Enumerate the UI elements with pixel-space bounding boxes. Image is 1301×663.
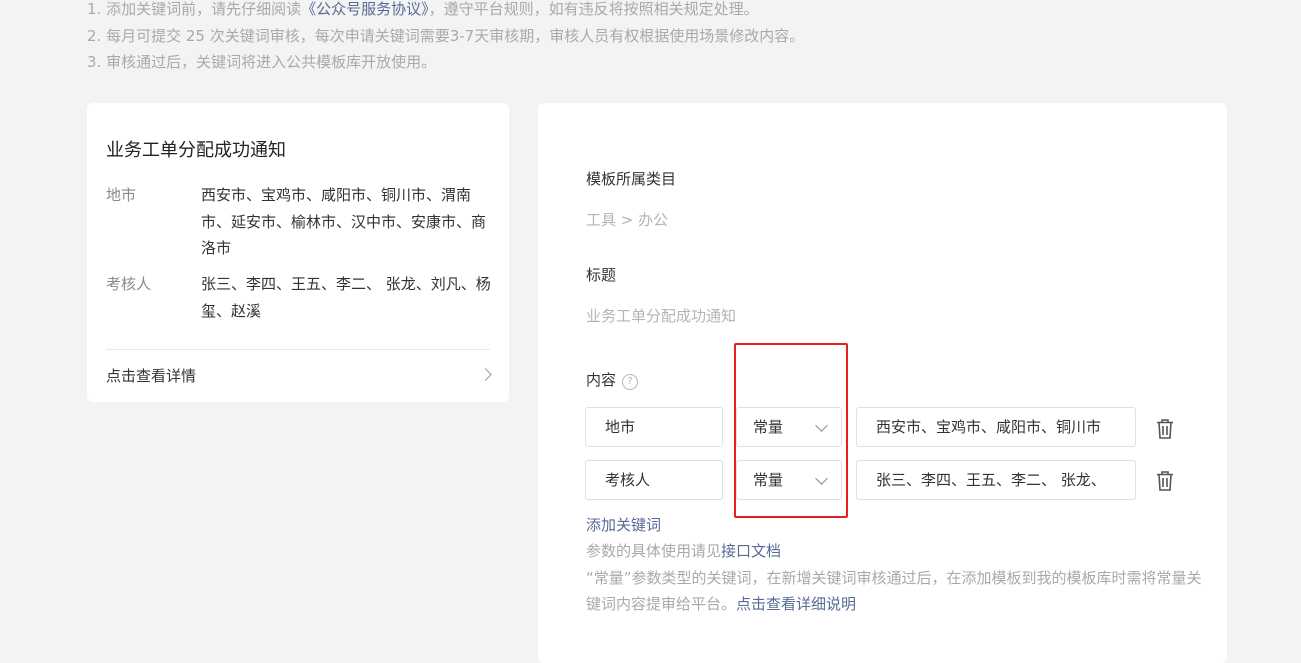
instruction-3: 3. 审核通过后，关键词将进入公共模板库开放使用。 — [87, 53, 437, 71]
trash-icon[interactable] — [1155, 470, 1175, 492]
constant-note: “常量”参数类型的关键词，在新增关键词审核通过后，在添加模板到我的模板库时需将常… — [586, 566, 1206, 617]
instruction-1-text: 1. 添加关键词前，请先仔细阅读 — [87, 0, 302, 18]
keyword-type-select[interactable]: 常量 — [736, 460, 842, 500]
detailed-explanation-link[interactable]: 点击查看详细说明 — [736, 595, 856, 613]
preview-divider — [106, 349, 490, 350]
keyword-type-select[interactable]: 常量 — [736, 407, 842, 447]
chevron-down-icon — [815, 472, 828, 485]
add-keyword-link[interactable]: 添加关键词 — [586, 514, 661, 535]
keyword-type-value: 常量 — [753, 418, 784, 436]
preview-field-key: 考核人 — [106, 275, 152, 293]
chevron-down-icon — [815, 419, 828, 432]
doc-hint-text: 参数的具体使用请见 — [586, 542, 722, 560]
category-value: 工具 > 办公 — [586, 211, 669, 229]
keyword-value-input[interactable]: 张三、李四、王五、李二、 张龙、 — [856, 460, 1136, 500]
instruction-1-tail: ，遵守平台规则，如有违反将按照相关规定处理。 — [428, 0, 759, 18]
keyword-type-value: 常量 — [753, 471, 784, 489]
service-agreement-link[interactable]: 《公众号服务协议》 — [301, 0, 429, 18]
instructions: 1. 添加关键词前，请先仔细阅读《公众号服务协议》，遵守平台规则，如有违反将按照… — [87, 0, 804, 76]
instruction-2: 2. 每月可提交 25 次关键词审核，每次申请关键词需要3-7天审核期，审核人员… — [87, 26, 805, 45]
preview-field-value: 西安市、宝鸡市、咸阳市、铜川市、渭南市、延安市、榆林市、汉中市、安康市、商洛市 — [201, 186, 487, 257]
title-label: 标题 — [586, 266, 617, 284]
keyword-name-input[interactable]: 考核人 — [585, 460, 723, 500]
preview-title: 业务工单分配成功通知 — [106, 140, 286, 161]
content-label: 内容 — [586, 371, 617, 389]
keyword-name-input[interactable]: 地市 — [585, 407, 723, 447]
question-circle-icon[interactable]: ? — [622, 374, 639, 390]
content-label-row: 内容? — [586, 369, 639, 390]
title-value: 业务工单分配成功通知 — [586, 307, 737, 325]
trash-icon[interactable] — [1155, 418, 1175, 440]
api-doc-link[interactable]: 接口文档 — [721, 542, 781, 560]
instruction-1: 1. 添加关键词前，请先仔细阅读《公众号服务协议》，遵守平台规则，如有违反将按照… — [87, 0, 804, 23]
view-details-label: 点击查看详情 — [106, 367, 197, 385]
preview-field-value: 张三、李四、王五、李二、 张龙、刘凡、杨玺、赵溪 — [201, 275, 491, 320]
preview-field-key: 地市 — [106, 186, 137, 204]
category-label: 模板所属类目 — [586, 170, 677, 188]
view-details-link[interactable]: 点击查看详情 — [106, 365, 492, 391]
keyword-value-input[interactable]: 西安市、宝鸡市、咸阳市、铜川市 — [856, 407, 1136, 447]
constant-note-text: “常量”参数类型的关键词，在新增关键词审核通过后，在添加模板到我的模板库时需将常… — [586, 569, 1202, 613]
template-preview-card: 业务工单分配成功通知 地市 西安市、宝鸡市、咸阳市、铜川市、渭南市、延安市、榆林… — [87, 103, 509, 402]
chevron-right-icon — [479, 368, 492, 381]
doc-hint: 参数的具体使用请见接口文档 — [586, 539, 1206, 565]
template-form-card: 模板所属类目 工具 > 办公 标题 业务工单分配成功通知 内容? 地市 常量 西… — [538, 103, 1227, 663]
